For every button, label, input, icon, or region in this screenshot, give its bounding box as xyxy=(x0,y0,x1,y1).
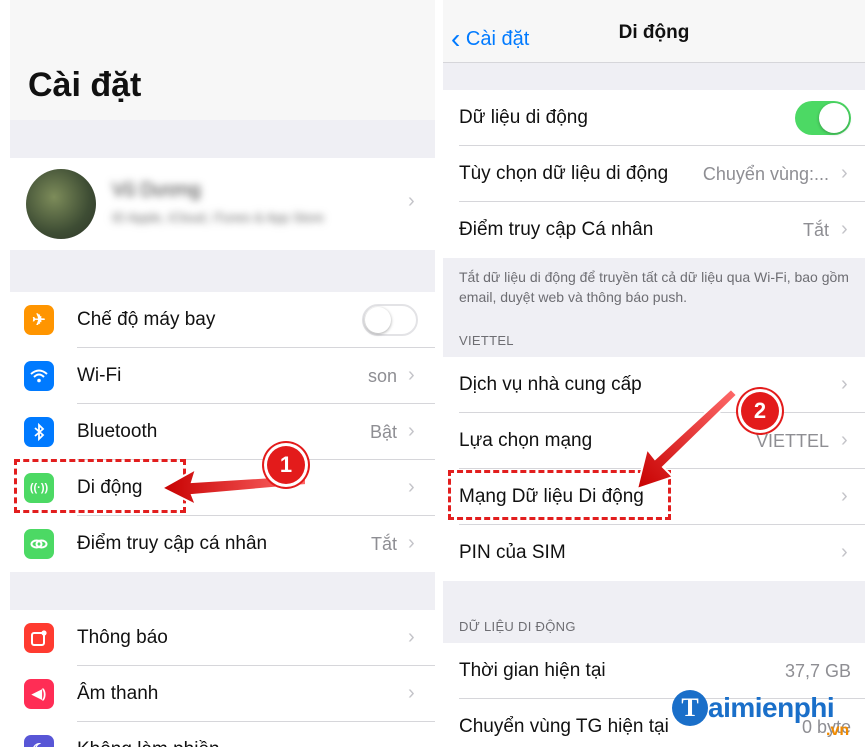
cellular-data-options-value: Chuyển vùng:... xyxy=(702,164,829,184)
notifications-row[interactable]: Thông báo › xyxy=(10,610,435,666)
chevron-right-icon: › xyxy=(408,626,415,648)
wifi-row[interactable]: Wi-Fi son › xyxy=(10,348,435,404)
do-not-disturb-row[interactable]: ☾ Không làm phiền xyxy=(10,722,435,747)
current-period-value: 37,7 GB xyxy=(784,661,851,681)
chevron-right-icon: › xyxy=(408,364,415,386)
page-title: Cài đặt xyxy=(28,66,142,104)
wifi-label: Wi-Fi xyxy=(77,365,122,386)
personal-hotspot-row[interactable]: Điểm truy cập cá nhân Tắt › xyxy=(10,516,435,572)
settings-panel: Cài đặt Vũ Dương ID Apple, iCloud, iTune… xyxy=(10,0,435,747)
do-not-disturb-label: Không làm phiền xyxy=(77,739,220,747)
chevron-right-icon: › xyxy=(841,162,848,184)
airplane-mode-label: Chế độ máy bay xyxy=(77,309,216,330)
cellular-panel: ‹ Cài đặt Di động Dữ liệu di động Tùy ch… xyxy=(443,0,865,747)
bluetooth-value: Bật xyxy=(369,422,397,442)
sim-pin-label: PIN của SIM xyxy=(459,542,566,563)
wifi-value: son xyxy=(367,366,397,386)
logo-icon: T xyxy=(672,690,708,726)
personal-hotspot-row[interactable]: Điểm truy cập Cá nhân Tắt › xyxy=(443,202,865,258)
section-header-carrier: VIETTEL xyxy=(459,333,514,348)
wifi-icon xyxy=(24,361,54,391)
network-selection-label: Lựa chọn mạng xyxy=(459,430,593,451)
nav-bar: ‹ Cài đặt Di động xyxy=(443,0,865,63)
sounds-row[interactable]: ◀) Âm thanh › xyxy=(10,666,435,722)
nav-title: Di động xyxy=(618,22,690,43)
current-period-label: Thời gian hiện tại xyxy=(459,660,606,681)
notifications-group: Thông báo › ◀) Âm thanh › ☾ Không làm ph… xyxy=(10,610,435,747)
bluetooth-icon xyxy=(24,417,54,447)
chevron-right-icon: › xyxy=(841,218,848,240)
watermark-logo: T aimienphi .vn xyxy=(672,690,862,742)
hotspot-icon xyxy=(24,529,54,559)
chevron-right-icon: › xyxy=(841,429,848,451)
notifications-icon xyxy=(24,623,54,653)
cellular-data-options-row[interactable]: Tùy chọn dữ liệu di động Chuyển vùng:...… xyxy=(443,146,865,202)
chevron-right-icon: › xyxy=(841,485,848,507)
airplane-mode-toggle[interactable] xyxy=(362,304,418,336)
network-selection-value: VIETTEL xyxy=(755,431,829,451)
step-badge: 1 xyxy=(267,446,305,484)
carrier-services-label: Dịch vụ nhà cung cấp xyxy=(459,374,642,395)
moon-icon: ☾ xyxy=(24,735,54,747)
connectivity-group: ✈ Chế độ máy bay Wi-Fi son › Bluetooth B… xyxy=(10,292,435,572)
airplane-icon: ✈ xyxy=(24,305,54,335)
cellular-data-options-label: Tùy chọn dữ liệu di động xyxy=(459,163,669,184)
personal-hotspot-label: Điểm truy cập cá nhân xyxy=(77,533,268,554)
sim-pin-row[interactable]: PIN của SIM › xyxy=(443,525,865,581)
bluetooth-row[interactable]: Bluetooth Bật › xyxy=(10,404,435,460)
cellular-data-toggle[interactable] xyxy=(795,101,851,135)
chevron-right-icon: › xyxy=(408,476,415,498)
profile-name: Vũ Dương xyxy=(112,180,201,201)
chevron-right-icon: › xyxy=(408,532,415,554)
chevron-right-icon: › xyxy=(408,682,415,704)
sounds-label: Âm thanh xyxy=(77,683,159,704)
bluetooth-label: Bluetooth xyxy=(77,421,158,442)
step-badge: 2 xyxy=(741,392,779,430)
personal-hotspot-value: Tắt xyxy=(802,220,829,240)
chevron-right-icon: › xyxy=(841,541,848,563)
profile-row[interactable]: Vũ Dương ID Apple, iCloud, iTunes & App … xyxy=(10,158,435,250)
section-header-cellular-data: DỮ LIỆU DI ĐỘNG xyxy=(459,619,576,634)
current-roaming-label: Chuyển vùng TG hiện tại xyxy=(459,716,669,737)
cellular-data-label: Dữ liệu di động xyxy=(459,107,588,128)
chevron-right-icon: › xyxy=(408,420,415,442)
sound-icon: ◀) xyxy=(24,679,54,709)
personal-hotspot-label: Điểm truy cập Cá nhân xyxy=(459,219,654,240)
cellular-data-group: Dữ liệu di động Tùy chọn dữ liệu di động… xyxy=(443,90,865,258)
notifications-label: Thông báo xyxy=(77,627,168,648)
chevron-right-icon: › xyxy=(841,373,848,395)
profile-subtitle: ID Apple, iCloud, iTunes & App Store xyxy=(112,210,324,225)
avatar xyxy=(26,169,96,239)
watermark-brand: aimienphi xyxy=(708,692,835,723)
watermark-suffix: .vn xyxy=(826,722,850,739)
cellular-data-note: Tắt dữ liệu di động để truyền tất cả dữ … xyxy=(459,269,849,305)
airplane-mode-row[interactable]: ✈ Chế độ máy bay xyxy=(10,292,435,348)
arrow-icon xyxy=(635,387,739,491)
personal-hotspot-value: Tắt xyxy=(370,534,397,554)
cellular-data-row[interactable]: Dữ liệu di động xyxy=(443,90,865,146)
chevron-right-icon: › xyxy=(408,190,415,212)
